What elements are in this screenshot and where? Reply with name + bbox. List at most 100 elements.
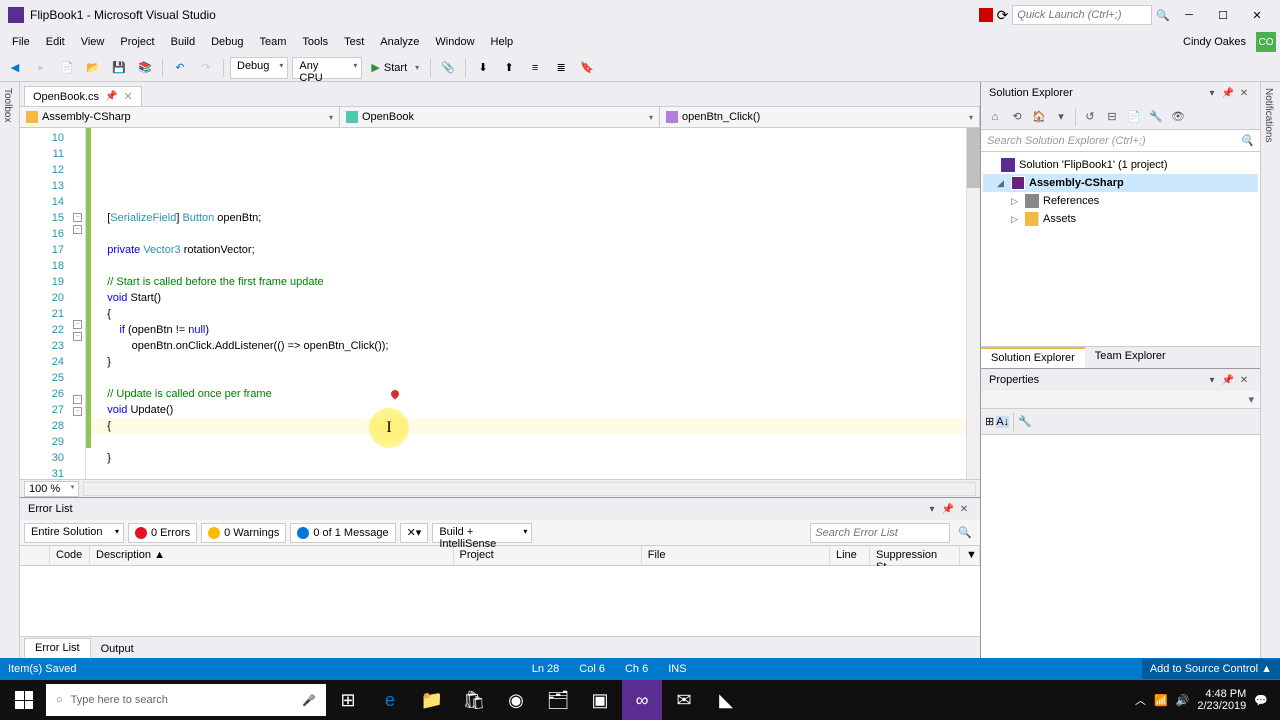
menu-view[interactable]: View xyxy=(73,33,113,51)
scope-dropdown[interactable]: Entire Solution xyxy=(24,523,124,543)
start-button[interactable]: ▶Start xyxy=(366,57,424,79)
explorer-icon[interactable]: 📁 xyxy=(412,680,452,720)
warnings-toggle[interactable]: 0 Warnings xyxy=(201,523,286,543)
scrollbar-map[interactable] xyxy=(966,128,980,479)
nav-back-button[interactable]: ◀ xyxy=(4,57,26,79)
menu-edit[interactable]: Edit xyxy=(38,33,73,51)
collapse-icon[interactable]: ▾ xyxy=(1051,107,1071,127)
col-file[interactable]: File xyxy=(642,546,830,565)
home-icon[interactable]: ⌂ xyxy=(985,107,1005,127)
wifi-icon[interactable]: 📶 xyxy=(1154,694,1168,707)
categorized-icon[interactable]: ⊞ xyxy=(985,415,994,428)
user-name[interactable]: Cindy Oakes xyxy=(1177,36,1252,48)
errors-toggle[interactable]: 0 Errors xyxy=(128,523,197,543)
properties-icon[interactable]: 🔧 xyxy=(1146,107,1166,127)
new-project-button[interactable]: 📄 xyxy=(56,57,78,79)
tree-references[interactable]: ▷References xyxy=(983,192,1258,210)
col-code[interactable]: Code xyxy=(50,546,90,565)
tab-team-explorer[interactable]: Team Explorer xyxy=(1085,347,1176,368)
step-over-button[interactable]: ⬆ xyxy=(498,57,520,79)
zoom-dropdown[interactable]: 100 % xyxy=(24,481,79,497)
platform-dropdown[interactable]: Any CPU xyxy=(292,57,362,79)
app-icon[interactable]: 🗂 xyxy=(538,680,578,720)
source-control-button[interactable]: Add to Source Control ▲ xyxy=(1142,659,1280,679)
menu-tools[interactable]: Tools xyxy=(294,33,336,51)
system-tray[interactable]: ︿ 📶 🔊 4:48 PM 2/23/2019 💬 xyxy=(1127,688,1276,712)
filter-button[interactable]: ✕▾ xyxy=(400,523,429,543)
col-suppression[interactable]: Suppression St... xyxy=(870,546,960,565)
menu-build[interactable]: Build xyxy=(163,33,203,51)
editor-body[interactable]: 1011121314151617181920212223242526272829… xyxy=(20,128,980,479)
messages-toggle[interactable]: 0 of 1 Message xyxy=(290,523,395,543)
redo-button[interactable]: ↷ xyxy=(195,57,217,79)
notifications-icon[interactable]: 💬 xyxy=(1254,694,1268,707)
menu-test[interactable]: Test xyxy=(336,33,372,51)
notifications-strip[interactable]: Notifications xyxy=(1260,82,1280,658)
chevron-up-icon[interactable]: ︿ xyxy=(1135,692,1146,708)
save-all-button[interactable]: 📚 xyxy=(134,57,156,79)
col-description[interactable]: Description ▲ xyxy=(90,546,454,565)
code-content[interactable]: I [SerializeField] Button openBtn; priva… xyxy=(91,128,966,479)
volume-icon[interactable]: 🔊 xyxy=(1176,694,1190,707)
comment-button[interactable]: ≡ xyxy=(524,57,546,79)
tab-openbook[interactable]: OpenBook.cs 📌 ✕ xyxy=(24,86,142,106)
panel-close-icon[interactable]: ✕ xyxy=(956,501,972,517)
user-avatar[interactable]: CO xyxy=(1256,32,1276,52)
vs-taskbar-icon[interactable]: ∞ xyxy=(622,680,662,720)
save-button[interactable]: 💾 xyxy=(108,57,130,79)
chrome-icon[interactable]: ◉ xyxy=(496,680,536,720)
nav-method[interactable]: openBtn_Click() xyxy=(660,107,980,127)
config-dropdown[interactable]: Debug xyxy=(230,57,288,79)
panel-close-icon[interactable]: ✕ xyxy=(1236,85,1252,101)
unity-icon[interactable]: ◣ xyxy=(706,680,746,720)
app2-icon[interactable]: ▣ xyxy=(580,680,620,720)
filter-icon[interactable]: ▼ xyxy=(960,546,980,565)
pin-icon[interactable]: 📌 xyxy=(105,91,117,102)
props-dropdown[interactable]: ▾ xyxy=(981,391,1260,409)
props-body[interactable] xyxy=(981,435,1260,658)
mic-icon[interactable]: 🎤 xyxy=(302,694,316,707)
toolbox-strip[interactable]: Toolbox xyxy=(0,82,20,658)
quicklaunch-input[interactable] xyxy=(1012,5,1152,25)
edge-icon[interactable]: e xyxy=(370,680,410,720)
start-menu-button[interactable] xyxy=(4,680,44,720)
panel-dropdown-icon[interactable]: ▾ xyxy=(1204,372,1220,388)
close-tab-icon[interactable]: ✕ xyxy=(124,90,133,103)
errorlist-body[interactable] xyxy=(20,566,980,636)
horizontal-scrollbar[interactable] xyxy=(83,482,976,496)
sln-tree[interactable]: Solution 'FlipBook1' (1 project) ◢Assemb… xyxy=(981,152,1260,346)
menu-project[interactable]: Project xyxy=(112,33,162,51)
collapse-all-icon[interactable]: ⊟ xyxy=(1102,107,1122,127)
menu-team[interactable]: Team xyxy=(252,33,295,51)
uncomment-button[interactable]: ≣ xyxy=(550,57,572,79)
panel-close-icon[interactable]: ✕ xyxy=(1236,372,1252,388)
tree-assets[interactable]: ▷Assets xyxy=(983,210,1258,228)
errorlist-search[interactable] xyxy=(810,523,950,543)
menu-file[interactable]: File xyxy=(4,33,38,51)
store-icon[interactable]: 🛍 xyxy=(454,680,494,720)
clock[interactable]: 4:48 PM 2/23/2019 xyxy=(1197,688,1246,712)
maximize-button[interactable]: ☐ xyxy=(1208,4,1238,26)
panel-pin-icon[interactable]: 📌 xyxy=(940,501,956,517)
tree-solution[interactable]: Solution 'FlipBook1' (1 project) xyxy=(983,156,1258,174)
refresh-icon[interactable]: ↺ xyxy=(1080,107,1100,127)
menu-analyze[interactable]: Analyze xyxy=(372,33,427,51)
tree-project[interactable]: ◢Assembly-CSharp xyxy=(983,174,1258,192)
menu-help[interactable]: Help xyxy=(483,33,522,51)
menu-debug[interactable]: Debug xyxy=(203,33,251,51)
sync-icon[interactable]: 🏠 xyxy=(1029,107,1049,127)
panel-dropdown-icon[interactable]: ▾ xyxy=(924,501,940,517)
mail-icon[interactable]: ✉ xyxy=(664,680,704,720)
panel-dropdown-icon[interactable]: ▾ xyxy=(1204,85,1220,101)
attach-button[interactable]: 📎 xyxy=(437,57,459,79)
notification-flag-icon[interactable] xyxy=(979,8,993,22)
close-button[interactable]: ✕ xyxy=(1242,4,1272,26)
open-file-button[interactable]: 📂 xyxy=(82,57,104,79)
panel-pin-icon[interactable]: 📌 xyxy=(1220,85,1236,101)
show-all-icon[interactable]: 📄 xyxy=(1124,107,1144,127)
step-into-button[interactable]: ⬇ xyxy=(472,57,494,79)
menu-window[interactable]: Window xyxy=(427,33,482,51)
build-dropdown[interactable]: Build + IntelliSense xyxy=(432,523,532,543)
nav-forward-button[interactable]: ▸ xyxy=(30,57,52,79)
property-pages-icon[interactable]: 🔧 xyxy=(1018,415,1032,428)
